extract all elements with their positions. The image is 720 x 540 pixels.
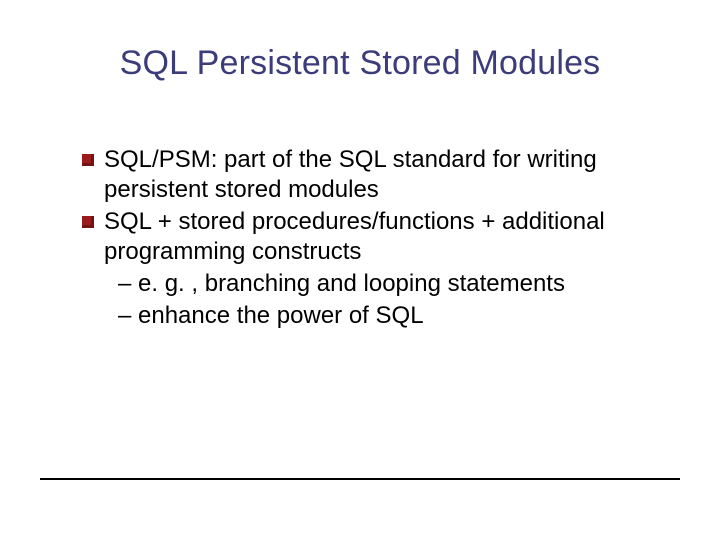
slide-title: SQL Persistent Stored Modules [0,44,720,83]
square-bullet-icon [82,154,94,166]
bullet-item: SQL/PSM: part of the SQL standard for wr… [82,145,660,205]
bullet-item: SQL + stored procedures/functions + addi… [82,207,660,267]
slide: SQL Persistent Stored Modules SQL/PSM: p… [0,0,720,540]
slide-body: SQL/PSM: part of the SQL standard for wr… [82,145,660,331]
sub-bullet-text: – e. g. , branching and looping statemen… [82,269,660,299]
sub-bullet-text: – enhance the power of SQL [82,301,660,331]
square-bullet-icon [82,216,94,228]
bullet-text: SQL/PSM: part of the SQL standard for wr… [104,145,660,205]
bullet-text: SQL + stored procedures/functions + addi… [104,207,660,267]
footer-divider [40,478,680,480]
